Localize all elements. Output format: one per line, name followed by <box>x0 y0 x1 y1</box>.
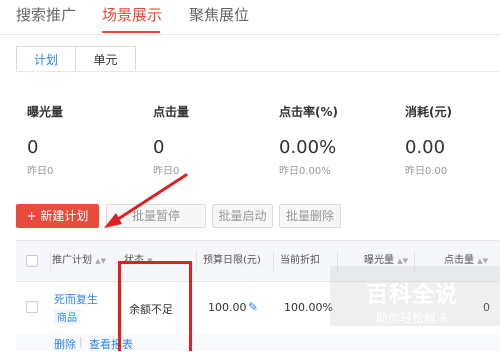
col-impressions-label: 曝光量 <box>364 255 394 266</box>
tab-search-promotion[interactable]: 搜索推广 <box>16 4 76 25</box>
metric-prev: 昨日0 <box>153 166 180 177</box>
col-budget: 预算日限(元) <box>203 255 261 266</box>
metric-clicks: 点击量 0 昨日0 <box>153 103 189 177</box>
metric-cost: 消耗(元) 0.00 昨日0.00 <box>405 103 452 177</box>
tab-scene-display[interactable]: 场景展示 <box>102 4 162 25</box>
watermark-title: 百科全说 <box>365 283 458 308</box>
sort-icon[interactable]: ▲▼ <box>477 257 488 265</box>
col-plan-label: 推广计划 <box>52 255 92 266</box>
watermark-subtitle: 助你轻松解决 <box>375 311 448 325</box>
discount-value: 100.00% <box>284 301 333 314</box>
tab-focus-booth[interactable]: 聚焦展位 <box>189 4 249 25</box>
edit-icon[interactable]: ✎ <box>248 300 258 314</box>
row-actions: 删除 | 查看报表 <box>16 334 500 351</box>
metric-label: 曝光量 <box>27 105 64 119</box>
col-plan[interactable]: 推广计划 ▲▼ <box>52 241 106 281</box>
metric-value: 0 <box>153 137 165 158</box>
column-divider <box>50 251 51 271</box>
sub-tab-unit[interactable]: 单元 <box>75 46 136 72</box>
sort-icon[interactable]: ▲▼ <box>397 257 408 265</box>
action-separator: | <box>79 335 83 348</box>
column-divider <box>196 251 197 271</box>
select-all-checkbox[interactable] <box>26 255 38 267</box>
metric-value: 0.00 <box>405 137 446 158</box>
plan-name-link[interactable]: 死而复生 <box>54 291 98 307</box>
delete-link[interactable]: 删除 <box>54 336 76 352</box>
col-discount: 当前折扣 <box>280 255 320 266</box>
watermark-logo: 百科全说 助你轻松解决 <box>362 277 462 326</box>
metric-impressions: 曝光量 0 昨日0 <box>27 103 63 177</box>
active-tab-indicator <box>102 31 160 33</box>
metric-prev: 昨日0 <box>27 166 54 177</box>
new-plan-button[interactable]: + 新建计划 <box>16 204 99 228</box>
metric-ctr: 点击率(%) 0.00% 昨日0.00% <box>279 103 338 177</box>
column-divider <box>273 251 274 271</box>
batch-pause-button[interactable]: 批量暂停 <box>106 204 206 228</box>
batch-start-button[interactable]: 批量启动 <box>212 204 273 228</box>
top-tab-bar: 搜索推广 场景展示 聚焦展位 <box>0 0 500 35</box>
batch-delete-button[interactable]: 批量删除 <box>279 204 341 228</box>
metric-label: 点击量 <box>153 105 190 119</box>
metric-prev: 昨日0.00% <box>279 166 331 177</box>
sub-tab-divider <box>16 71 500 72</box>
metric-label: 点击率(%) <box>279 105 338 119</box>
metric-value: 0 <box>27 137 39 158</box>
col-clicks-label: 点击量 <box>444 255 474 266</box>
metric-label: 消耗(元) <box>405 105 452 119</box>
product-tag: 商品 <box>54 309 80 324</box>
metric-value: 0.00% <box>279 137 337 158</box>
sub-tab-plan[interactable]: 计划 <box>16 46 76 72</box>
metric-prev: 昨日0.00 <box>405 166 448 177</box>
row-checkbox[interactable] <box>26 301 38 313</box>
sort-icon[interactable]: ▲▼ <box>95 257 106 265</box>
annotation-highlight-box <box>118 261 192 351</box>
budget-value: 100.00 <box>208 301 247 314</box>
